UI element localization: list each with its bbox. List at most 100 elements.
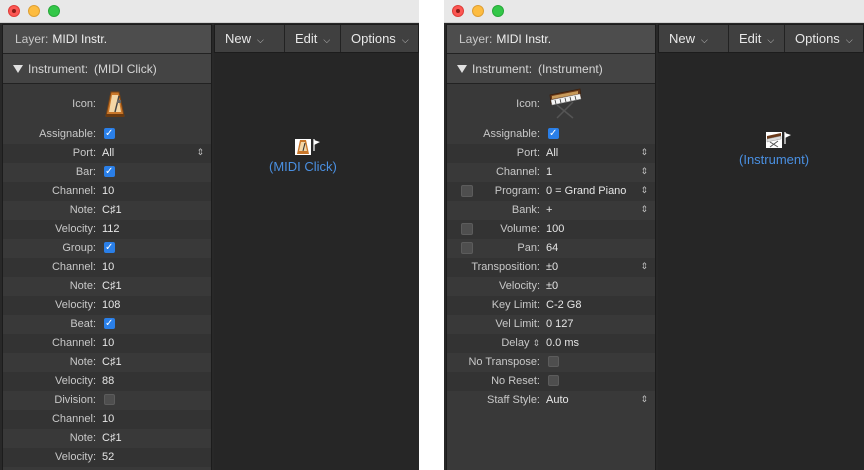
- param-value[interactable]: All: [546, 144, 558, 163]
- param-row-channel[interactable]: Channel: 10: [3, 410, 211, 429]
- param-checkbox[interactable]: [104, 238, 115, 257]
- disclosure-triangle-icon[interactable]: [13, 65, 23, 73]
- stepper-icon[interactable]: ⇕: [640, 182, 648, 201]
- param-row-assignable[interactable]: Assignable:: [3, 124, 211, 144]
- stepper-icon[interactable]: ⇕: [640, 144, 648, 163]
- layer-row[interactable]: Layer: MIDI Instr.: [447, 25, 655, 54]
- param-row-channel[interactable]: Channel: 10: [3, 334, 211, 353]
- param-row-velocity[interactable]: Velocity: 108: [3, 296, 211, 315]
- param-value[interactable]: 10: [102, 258, 114, 277]
- stepper-icon[interactable]: ⇕: [640, 201, 648, 220]
- environment-canvas[interactable]: (Instrument): [658, 53, 864, 470]
- zoom-button[interactable]: [48, 5, 60, 17]
- param-value[interactable]: 64: [546, 239, 558, 258]
- param-value[interactable]: All: [102, 144, 114, 163]
- edit-menu[interactable]: Edit ⌵: [285, 25, 341, 52]
- param-row-channel[interactable]: Channel: 10: [3, 182, 211, 201]
- metronome-icon[interactable]: [294, 139, 320, 155]
- param-checkbox[interactable]: [548, 124, 559, 143]
- param-value[interactable]: 108: [102, 296, 120, 315]
- param-value[interactable]: 52: [102, 448, 114, 467]
- param-row-division[interactable]: Division:: [3, 391, 211, 410]
- param-value[interactable]: +: [546, 201, 552, 220]
- icon-row[interactable]: Icon:: [447, 84, 655, 124]
- edit-menu[interactable]: Edit ⌵: [729, 25, 785, 52]
- param-row-channel[interactable]: Channel: 1 ⇕: [447, 163, 655, 182]
- environment-canvas[interactable]: (MIDI Click): [214, 53, 419, 470]
- instrument-section-header[interactable]: Instrument: (MIDI Click): [3, 54, 211, 84]
- param-value[interactable]: ±0: [546, 277, 558, 296]
- new-menu[interactable]: New ⌵: [215, 25, 285, 52]
- object-label[interactable]: (Instrument): [739, 152, 809, 167]
- param-row-note[interactable]: Note: C♯1: [3, 201, 211, 220]
- param-row-velocity[interactable]: Velocity: 112: [3, 220, 211, 239]
- param-value[interactable]: C♯1: [102, 201, 122, 220]
- options-menu[interactable]: Options ⌵: [785, 25, 864, 52]
- param-row-vel-limit[interactable]: Vel Limit: 0 127: [447, 315, 655, 334]
- enable-checkbox[interactable]: [461, 185, 473, 197]
- stepper-icon[interactable]: ⇕: [640, 391, 648, 410]
- param-checkbox[interactable]: [104, 314, 115, 333]
- param-checkbox[interactable]: [548, 375, 559, 386]
- param-value[interactable]: 88: [102, 372, 114, 391]
- param-checkbox[interactable]: [104, 394, 115, 405]
- instrument-section-header[interactable]: Instrument: (Instrument): [447, 54, 655, 84]
- param-value[interactable]: C♯1: [102, 353, 122, 372]
- param-row-velocity[interactable]: Velocity: ±0: [447, 277, 655, 296]
- param-value[interactable]: Auto: [546, 391, 569, 410]
- object-label[interactable]: (MIDI Click): [269, 159, 337, 174]
- zoom-button[interactable]: [492, 5, 504, 17]
- param-row-staff-style[interactable]: Staff Style: Auto ⇕: [447, 391, 655, 410]
- param-row-bar[interactable]: Bar:: [3, 162, 211, 182]
- keyboard-icon[interactable]: [547, 86, 583, 123]
- param-row-transposition[interactable]: Transposition: ±0 ⇕: [447, 258, 655, 277]
- param-row-volume[interactable]: Volume: 100: [447, 220, 655, 239]
- new-menu[interactable]: New ⌵: [659, 25, 729, 52]
- param-value[interactable]: ±0: [546, 258, 558, 277]
- param-row-note[interactable]: Note: C♯1: [3, 429, 211, 448]
- param-row-assignable[interactable]: Assignable:: [447, 124, 655, 144]
- param-value[interactable]: 100: [546, 220, 564, 239]
- param-value[interactable]: 0.0 ms: [546, 334, 579, 353]
- layer-row[interactable]: Layer: MIDI Instr.: [3, 25, 211, 54]
- stepper-icon[interactable]: ⇕: [640, 163, 648, 182]
- midi-click-object[interactable]: (MIDI Click): [269, 139, 337, 174]
- param-row-group[interactable]: Group:: [3, 238, 211, 258]
- icon-row[interactable]: Icon:: [3, 84, 211, 124]
- param-row-bank[interactable]: Bank: + ⇕: [447, 201, 655, 220]
- param-checkbox[interactable]: [104, 124, 115, 143]
- param-row-port[interactable]: Port: All ⇕: [3, 144, 211, 163]
- stepper-icon[interactable]: ⇕: [640, 258, 648, 277]
- minimize-button[interactable]: [28, 5, 40, 17]
- param-row-no-transpose[interactable]: No Transpose:: [447, 353, 655, 372]
- param-value[interactable]: 0 = Grand Piano: [546, 182, 626, 201]
- close-button[interactable]: [8, 5, 20, 17]
- param-row-note[interactable]: Note: C♯1: [3, 353, 211, 372]
- instrument-object[interactable]: (Instrument): [739, 132, 809, 167]
- param-row-pan[interactable]: Pan: 64: [447, 239, 655, 258]
- param-row-channel[interactable]: Channel: 10: [3, 258, 211, 277]
- stepper-icon[interactable]: ⇕: [532, 339, 540, 349]
- enable-checkbox[interactable]: [461, 242, 473, 254]
- param-value[interactable]: C♯1: [102, 277, 122, 296]
- param-row-velocity[interactable]: Velocity: 88: [3, 372, 211, 391]
- param-checkbox[interactable]: [104, 162, 115, 181]
- param-row-port[interactable]: Port: All ⇕: [447, 144, 655, 163]
- param-row-velocity[interactable]: Velocity: 52: [3, 448, 211, 467]
- metronome-icon[interactable]: [104, 90, 126, 121]
- stepper-icon[interactable]: ⇕: [196, 144, 204, 163]
- param-row-delay[interactable]: Delay ⇕ 0.0 ms: [447, 334, 655, 353]
- param-row-no-reset[interactable]: No Reset:: [447, 372, 655, 391]
- param-value[interactable]: 10: [102, 410, 114, 429]
- close-button[interactable]: [452, 5, 464, 17]
- param-value[interactable]: 112: [102, 220, 120, 239]
- minimize-button[interactable]: [472, 5, 484, 17]
- param-value[interactable]: 10: [102, 182, 114, 201]
- param-value[interactable]: 1: [546, 163, 552, 182]
- param-value[interactable]: C-2 G8: [546, 296, 581, 315]
- param-row-beat[interactable]: Beat:: [3, 314, 211, 334]
- param-value[interactable]: 10: [102, 334, 114, 353]
- enable-checkbox[interactable]: [461, 223, 473, 235]
- param-row-note[interactable]: Note: C♯1: [3, 277, 211, 296]
- param-value[interactable]: 0 127: [546, 315, 574, 334]
